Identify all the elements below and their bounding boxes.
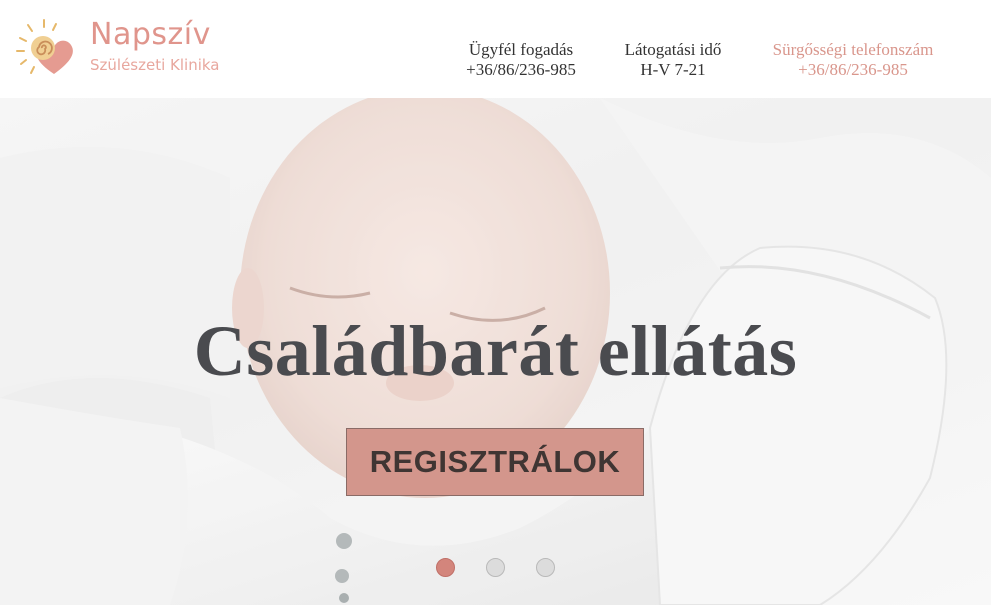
slider-pagination — [436, 558, 561, 580]
info-reception-label: Ügyfél fogadás — [468, 40, 574, 59]
hero-headline: Családbarát ellátás — [193, 311, 798, 391]
brand-name: Napszív — [90, 17, 211, 52]
brand-subtitle: Szülészeti Klinika — [90, 56, 220, 74]
info-visiting-hours: Látogatási idő H-V 7-21 — [619, 40, 727, 80]
logo[interactable]: Napszív Szülészeti Klinika — [14, 17, 220, 78]
info-visiting-label: Látogatási idő — [624, 40, 722, 59]
site-header: Napszív Szülészeti Klinika Ügyfél fogadá… — [0, 0, 991, 98]
register-button[interactable]: REGISZTRÁLOK — [346, 428, 644, 496]
info-emergency-phone[interactable]: +36/86/236-985 — [768, 60, 938, 80]
hero-slider: Családbarát ellátás REGISZTRÁLOK — [0, 98, 991, 605]
info-emergency-label: Sürgősségi telefonszám — [772, 40, 934, 59]
slide-dot-1[interactable] — [436, 558, 455, 577]
slide-dot-3[interactable] — [536, 558, 555, 577]
info-emergency: Sürgősségi telefonszám +36/86/236-985 — [768, 40, 938, 80]
info-visiting-value: H-V 7-21 — [640, 60, 706, 79]
sun-heart-logo-icon — [16, 19, 73, 74]
info-reception-phone[interactable]: +36/86/236-985 — [463, 60, 579, 80]
info-reception: Ügyfél fogadás +36/86/236-985 — [463, 40, 579, 80]
slide-dot-2[interactable] — [486, 558, 505, 577]
